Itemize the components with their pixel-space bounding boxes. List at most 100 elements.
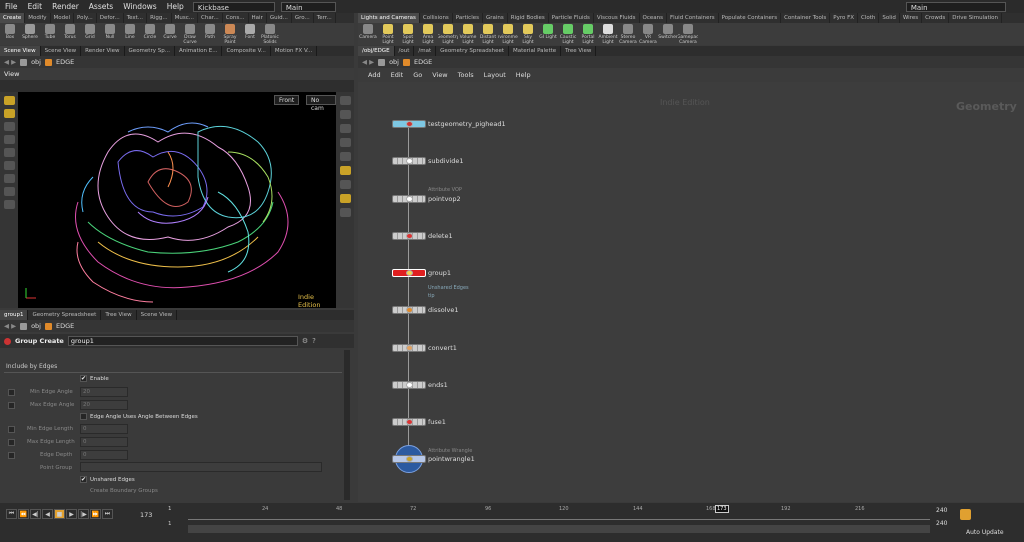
tab-shelf_right_tabs-5[interactable]: Particle Fluids bbox=[549, 13, 594, 23]
menu-help[interactable]: Help bbox=[162, 2, 189, 11]
tab-shelf_left_tabs-1[interactable]: Modify bbox=[25, 13, 51, 23]
shelf-tool-10[interactable]: Path bbox=[200, 23, 220, 45]
tab-shelf_left_tabs-13[interactable]: Terr... bbox=[314, 13, 336, 23]
shading-icon[interactable] bbox=[339, 124, 351, 133]
tab-shelf_left_tabs-2[interactable]: Model bbox=[51, 13, 75, 23]
current-frame-field[interactable]: 173 bbox=[140, 511, 152, 519]
help-icon[interactable]: ? bbox=[312, 337, 316, 345]
tab-param_tabs-0[interactable]: group1 bbox=[0, 310, 29, 320]
tab-shelf_right_tabs-3[interactable]: Grains bbox=[483, 13, 508, 23]
grid-icon[interactable] bbox=[339, 208, 351, 217]
shelf-tool-7[interactable]: Circle bbox=[140, 23, 160, 45]
tab-shelf_right_tabs-15[interactable]: Crowds bbox=[922, 13, 950, 23]
edge-angle-between-checkbox[interactable] bbox=[80, 413, 87, 420]
enable-checkbox[interactable] bbox=[80, 375, 87, 382]
scale-tool-icon[interactable] bbox=[3, 148, 15, 157]
end-frame[interactable]: 240 bbox=[936, 507, 947, 514]
shelf-tool-1[interactable]: Point Light bbox=[378, 23, 398, 45]
shelf-tool-15[interactable]: Switcher bbox=[658, 23, 678, 45]
camera-menu[interactable]: No cam bbox=[306, 95, 336, 112]
normals-icon[interactable] bbox=[339, 194, 351, 203]
shelf-tool-2[interactable]: Spot Light bbox=[398, 23, 418, 45]
path-obj[interactable]: obj bbox=[31, 322, 41, 330]
tab-param_tabs-1[interactable]: Geometry Spreadsheet bbox=[28, 310, 102, 320]
rotate-tool-icon[interactable] bbox=[3, 135, 15, 144]
move-tool-icon[interactable] bbox=[3, 122, 15, 131]
shelf-tool-8[interactable]: Sky Light bbox=[518, 23, 538, 45]
network-menu-4[interactable]: Tools bbox=[458, 71, 474, 79]
min-angle-toggle[interactable] bbox=[8, 389, 15, 396]
shelf-tool-11[interactable]: Portal Light bbox=[578, 23, 598, 45]
tab-shelf_right_tabs-2[interactable]: Particles bbox=[453, 13, 483, 23]
tab-shelf_right_tabs-10[interactable]: Container Tools bbox=[781, 13, 831, 23]
shelf-tool-9[interactable]: Draw Curve bbox=[180, 23, 200, 45]
tab-shelf_right_tabs-9[interactable]: Populate Containers bbox=[719, 13, 782, 23]
point-group-field[interactable] bbox=[80, 462, 322, 472]
max-length-field[interactable]: 0 bbox=[80, 437, 128, 447]
node-delete1[interactable] bbox=[392, 232, 426, 240]
menu-edit[interactable]: Edit bbox=[23, 2, 48, 11]
tab-shelf_left_tabs-5[interactable]: Text... bbox=[124, 13, 148, 23]
range-end-frame[interactable]: 240 bbox=[936, 520, 947, 527]
max-angle-toggle[interactable] bbox=[8, 402, 15, 409]
network-menu-1[interactable]: Edit bbox=[391, 71, 404, 79]
frame-range-slider[interactable] bbox=[188, 525, 930, 533]
node-testgeometry-pighead1[interactable] bbox=[392, 120, 426, 128]
min-angle-field[interactable]: 20 bbox=[80, 387, 128, 397]
path-node[interactable]: EDGE bbox=[56, 58, 74, 66]
select-mode-icon[interactable] bbox=[3, 109, 15, 118]
network-menu-3[interactable]: View bbox=[432, 71, 447, 79]
display-options-icon[interactable] bbox=[339, 96, 351, 105]
tab-shelf_right_tabs-1[interactable]: Collisions bbox=[420, 13, 453, 23]
shelf-tool-9[interactable]: GI Light bbox=[538, 23, 558, 45]
step-forward-icon[interactable]: |▶ bbox=[78, 509, 89, 519]
shelf-tool-12[interactable]: Font bbox=[240, 23, 260, 45]
handle-tool-icon[interactable] bbox=[3, 161, 15, 170]
tab-net_tabs-3[interactable]: Geometry Spreadsheet bbox=[436, 46, 509, 56]
shelf-tool-7[interactable]: Environment Light bbox=[498, 23, 518, 45]
shelf-tool-10[interactable]: Caustic Light bbox=[558, 23, 578, 45]
tab-shelf_right_tabs-6[interactable]: Viscous Fluids bbox=[594, 13, 640, 23]
viewport-3d[interactable]: Front No cam Indie Edition bbox=[18, 92, 336, 309]
node-group1[interactable] bbox=[392, 269, 426, 277]
network-menu-0[interactable]: Add bbox=[368, 71, 381, 79]
node-dissolve1[interactable] bbox=[392, 306, 426, 314]
key-icon[interactable] bbox=[960, 509, 971, 520]
auto-update-menu[interactable]: Auto Update bbox=[966, 529, 1004, 536]
lighting-icon[interactable] bbox=[339, 138, 351, 147]
context-selector-left[interactable]: Main bbox=[280, 1, 336, 12]
network-menu-6[interactable]: Help bbox=[516, 71, 531, 79]
shelf-tool-2[interactable]: Tube bbox=[40, 23, 60, 45]
tab-shelf_right_tabs-0[interactable]: Lights and Cameras bbox=[358, 13, 420, 23]
network-menu-5[interactable]: Layout bbox=[484, 71, 506, 79]
network-menu-2[interactable]: Go bbox=[413, 71, 422, 79]
unshared-edges-checkbox[interactable] bbox=[80, 476, 87, 483]
tab-net_tabs-2[interactable]: /mat bbox=[414, 46, 437, 56]
tab-viewer_tabs-6[interactable]: Motion FX V... bbox=[271, 46, 318, 56]
tab-shelf_left_tabs-11[interactable]: Guid... bbox=[267, 13, 292, 23]
wireframe-icon[interactable] bbox=[339, 110, 351, 119]
ghost-icon[interactable] bbox=[339, 152, 351, 161]
parameter-scrollbar[interactable] bbox=[344, 350, 350, 500]
tab-net_tabs-1[interactable]: /out bbox=[395, 46, 415, 56]
node-subdivide1[interactable] bbox=[392, 157, 426, 165]
path-node[interactable]: EDGE bbox=[414, 58, 432, 66]
tab-shelf_right_tabs-16[interactable]: Drive Simulation bbox=[949, 13, 1002, 23]
node-fuse1[interactable] bbox=[392, 418, 426, 426]
flipbook-icon[interactable] bbox=[3, 200, 15, 209]
min-length-field[interactable]: 0 bbox=[80, 424, 128, 434]
node-ends1[interactable] bbox=[392, 381, 426, 389]
shelf-tool-3[interactable]: Torus bbox=[60, 23, 80, 45]
node-pointwrangle1[interactable] bbox=[392, 455, 426, 463]
menu-windows[interactable]: Windows bbox=[118, 2, 161, 11]
tab-shelf_right_tabs-8[interactable]: Fluid Containers bbox=[667, 13, 719, 23]
menu-assets[interactable]: Assets bbox=[84, 2, 118, 11]
path-obj[interactable]: obj bbox=[389, 58, 399, 66]
back-arrow-icon[interactable]: ◀ ▶ bbox=[4, 322, 16, 330]
max-angle-field[interactable]: 20 bbox=[80, 400, 128, 410]
shelf-tool-16[interactable]: Gamepad Camera bbox=[678, 23, 698, 45]
tab-shelf_right_tabs-7[interactable]: Oceans bbox=[640, 13, 667, 23]
tab-net_tabs-4[interactable]: Material Palette bbox=[509, 46, 562, 56]
pose-tool-icon[interactable] bbox=[3, 174, 15, 183]
tab-viewer_tabs-3[interactable]: Geometry Sp... bbox=[125, 46, 175, 56]
